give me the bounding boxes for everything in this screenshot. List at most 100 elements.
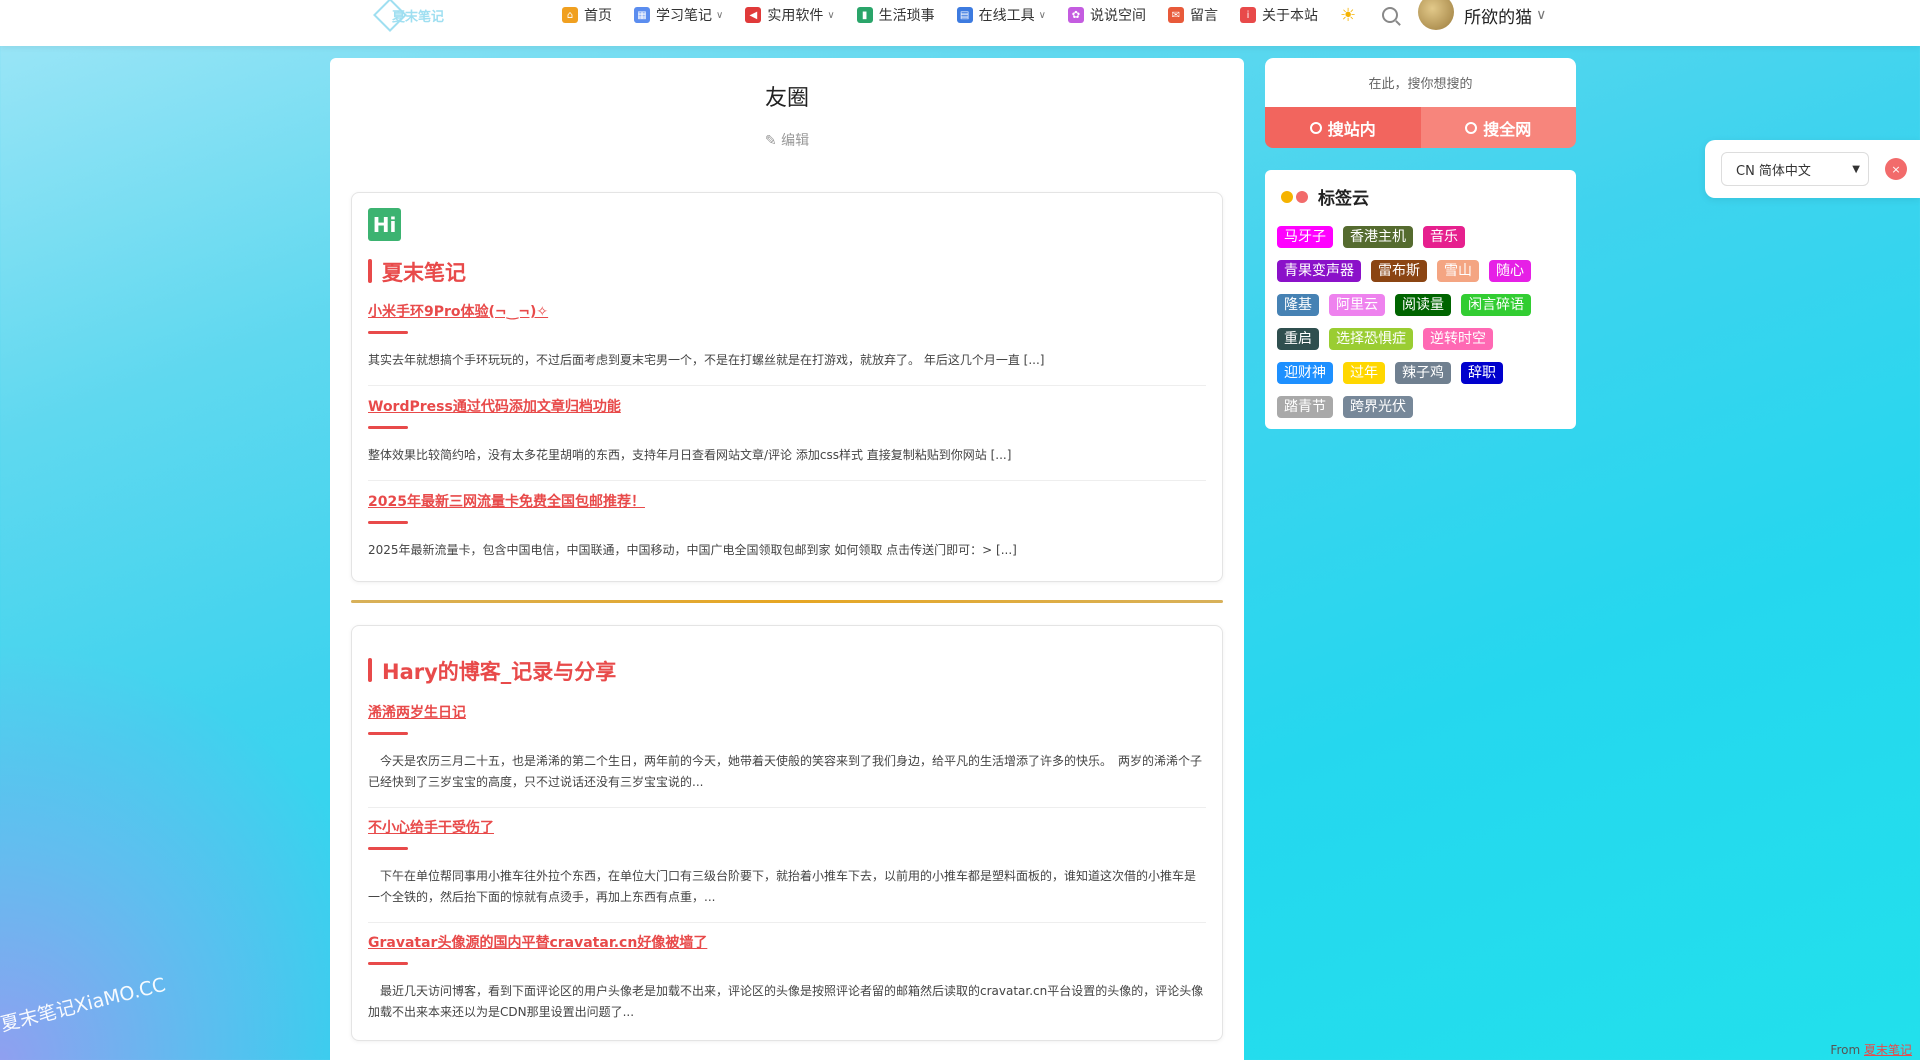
gold-divider [351, 600, 1223, 603]
language-selected: CN 简体中文 [1736, 163, 1811, 179]
divider [368, 480, 1206, 481]
sun-icon[interactable]: ☀ [1340, 5, 1356, 26]
post-title-link[interactable]: 不小心给手干受伤了 [368, 817, 1206, 837]
search-widget: 在此，搜你想搜的 搜站内 搜全网 [1265, 58, 1576, 148]
tag-item[interactable]: 迎财神 [1277, 362, 1333, 384]
info-icon: i [1239, 7, 1256, 23]
tag-item[interactable]: 音乐 [1423, 226, 1465, 248]
post-title-link[interactable]: 小米手环9Pro体验(¬‿¬)✧ [368, 301, 1206, 321]
nav-item[interactable]: ⌂ 首页 [562, 5, 612, 25]
chevron-down-icon: ▼ [1852, 163, 1860, 175]
flower-icon: ✿ [1067, 7, 1084, 23]
nav-item[interactable]: i 关于本站 [1239, 5, 1318, 25]
tag-item[interactable]: 过年 [1343, 362, 1385, 384]
nav-item-label: 首页 [584, 8, 612, 24]
tag-item[interactable]: 阿里云 [1329, 294, 1385, 316]
chevron-down-icon: ∨ [716, 9, 724, 21]
tag-item[interactable]: 跨界光伏 [1343, 396, 1413, 418]
tag-item[interactable]: 逆转时空 [1423, 328, 1493, 350]
language-select[interactable]: CN 简体中文 ▼ [1721, 152, 1869, 186]
tag-item[interactable]: 踏青节 [1277, 396, 1333, 418]
friend-card: Hary的博客_记录与分享 浠浠两岁生日记 今天是农历三月二十五，也是浠浠的第二… [351, 625, 1223, 1041]
search-site-button[interactable]: 搜站内 [1265, 107, 1421, 148]
list-item: 2025年最新三网流量卡免费全国包邮推荐！ 2025年最新流量卡，包含中国电信，… [368, 491, 1206, 561]
tag-item[interactable]: 马牙子 [1277, 226, 1333, 248]
post-title-link[interactable]: WordPress通过代码添加文章归档功能 [368, 396, 1206, 416]
from-link[interactable]: 夏末笔记 [1864, 1043, 1912, 1057]
message-icon: ✉ [1167, 7, 1184, 23]
tag-item[interactable]: 雷布斯 [1371, 260, 1427, 282]
friend-site-title[interactable]: Hary的博客_记录与分享 [368, 656, 616, 686]
tag-cloud-title: 标签云 [1318, 189, 1369, 209]
tag-item[interactable]: 隆基 [1277, 294, 1319, 316]
from-label: From [1830, 1043, 1861, 1057]
post-title-link[interactable]: Gravatar头像源的国内平替cravatar.cn好像被墙了 [368, 932, 1206, 952]
nav-menu: ⌂ 首页 ▦ 学习笔记 ∨ ◀ 实用软件 ∨ ▮ 生活琐事 ▤ 在线工具 ∨ ✿ 说说空间 ✉ 留言 i 关于本站 ☀… [562, 0, 1546, 30]
tag-item[interactable]: 雪山 [1437, 260, 1479, 282]
post-excerpt: 2025年最新流量卡，包含中国电信，中国联通，中国移动，中国广电全国领取包邮到家… [368, 543, 1017, 557]
search-web-label: 搜全网 [1483, 119, 1532, 139]
tag-item[interactable]: 阅读量 [1395, 294, 1451, 316]
post-excerpt: 其实去年就想搞个手环玩玩的，不过后面考虑到夏末宅男一个，不是在打螺丝就是在打游戏… [368, 353, 1045, 367]
list-item: 不小心给手干受伤了 下午在单位帮同事用小推车往外拉个东西，在单位大门口有三级台阶… [368, 817, 1206, 923]
nav-item[interactable]: ▤ 在线工具 ∨ [956, 5, 1046, 25]
title-underline [368, 331, 408, 334]
tag-item[interactable]: 香港主机 [1343, 226, 1413, 248]
search-icon[interactable] [1382, 7, 1399, 23]
close-icon[interactable]: × [1885, 158, 1907, 180]
title-underline [368, 962, 408, 965]
chart-icon: ▮ [856, 7, 873, 23]
site-logo[interactable]: 夏末笔记 [373, 0, 444, 32]
tag-item[interactable]: 闲言碎语 [1461, 294, 1531, 316]
user-name: 所欲的猫 [1464, 7, 1533, 28]
grid-icon: ▦ [634, 7, 650, 23]
list-item: 浠浠两岁生日记 今天是农历三月二十五，也是浠浠的第二个生日，两年前的今天，她带着… [368, 702, 1206, 808]
search-site-label: 搜站内 [1327, 119, 1376, 139]
tag-item[interactable]: 辣子鸡 [1395, 362, 1451, 384]
tag-cloud-widget: 标签云 马牙子 香港主机 音乐青果变声器 雷布斯 雪山 随心隆基 阿里云 阅读量 闲言碎语重启选… [1265, 170, 1576, 429]
avatar [1418, 0, 1455, 30]
nav-item-label: 学习笔记 [656, 8, 712, 24]
list-item: 小米手环9Pro体验(¬‿¬)✧ 其实去年就想搞个手环玩玩的，不过后面考虑到夏末… [368, 301, 1206, 386]
nav-item[interactable]: ▦ 学习笔记 ∨ [634, 5, 723, 25]
main-panel: 友圈 ✎ 编辑 Hi 夏末笔记 小米手环9Pro体验(¬‿¬)✧ 其实去年就想搞… [330, 58, 1244, 1060]
nav-item[interactable]: ✉ 留言 [1167, 5, 1218, 25]
user-menu[interactable]: 所欲的猫 ∨ [1418, 0, 1546, 30]
top-navbar: 夏末笔记 ⌂ 首页 ▦ 学习笔记 ∨ ◀ 实用软件 ∨ ▮ 生活琐事 ▤ 在线工具 ∨ ✿ 说说空间 ✉ 留言 i… [0, 0, 1920, 46]
tag-item[interactable]: 辞职 [1461, 362, 1503, 384]
tool-icon: ▤ [956, 7, 973, 23]
edit-link[interactable]: ✎ 编辑 [330, 130, 1244, 150]
tag-item[interactable]: 随心 [1489, 260, 1531, 282]
search-input[interactable]: 在此，搜你想搜的 [1265, 58, 1576, 107]
divider [368, 807, 1206, 808]
dot-icon [1296, 190, 1308, 203]
nav-item-label: 留言 [1189, 8, 1218, 24]
pencil-icon: ✎ [764, 133, 782, 149]
post-excerpt: 下午在单位帮同事用小推车往外拉个东西，在单位大门口有三级台阶要下，就抬着小推车下… [368, 869, 1197, 904]
chevron-down-icon: ∨ [1038, 9, 1046, 21]
tag-item[interactable]: 选择恐惧症 [1329, 328, 1413, 350]
nav-item-label: 说说空间 [1089, 8, 1146, 24]
post-excerpt: 整体效果比较简约哈，没有太多花里胡哨的东西，支持年月日查看网站文章/评论 添加c… [368, 448, 1012, 462]
friend-card: Hi 夏末笔记 小米手环9Pro体验(¬‿¬)✧ 其实去年就想搞个手环玩玩的，不… [351, 192, 1223, 582]
nav-item-label: 生活琐事 [878, 8, 935, 24]
post-title-link[interactable]: 浠浠两岁生日记 [368, 702, 1206, 722]
dot-icon [1281, 190, 1293, 203]
search-web-button[interactable]: 搜全网 [1420, 107, 1576, 148]
tag-cloud-header: 标签云 [1281, 184, 1369, 209]
nav-item[interactable]: ▮ 生活琐事 [856, 5, 935, 25]
divider [368, 385, 1206, 386]
nav-item[interactable]: ◀ 实用软件 ∨ [745, 5, 835, 25]
post-title-link[interactable]: 2025年最新三网流量卡免费全国包邮推荐！ [368, 491, 1206, 511]
tag-item[interactable]: 青果变声器 [1277, 260, 1361, 282]
list-item: Gravatar头像源的国内平替cravatar.cn好像被墙了 最近几天访问博… [368, 932, 1206, 1023]
tag-item[interactable]: 重启 [1277, 328, 1319, 350]
title-underline [368, 732, 408, 735]
chevron-down-icon: ∨ [827, 9, 835, 21]
friend-site-title[interactable]: 夏末笔记 [368, 257, 466, 287]
home-icon: ⌂ [562, 7, 578, 23]
title-underline [368, 847, 408, 850]
language-widget: CN 简体中文 ▼ × [1705, 140, 1920, 198]
nav-item-label: 实用软件 [767, 8, 824, 24]
nav-item[interactable]: ✿ 说说空间 [1067, 5, 1146, 25]
